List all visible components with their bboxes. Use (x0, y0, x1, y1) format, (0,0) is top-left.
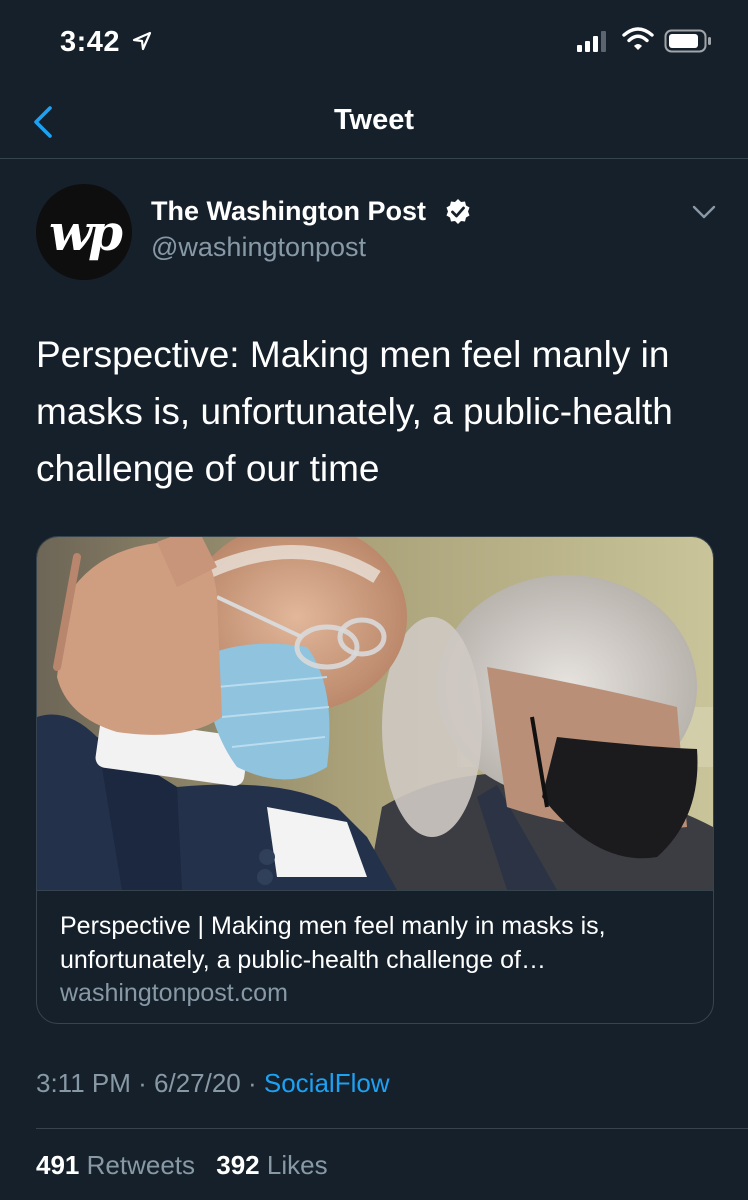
retweets-stat[interactable]: 491 Retweets (36, 1150, 195, 1180)
tweet-meta: 3:11 PM · 6/27/20 · SocialFlow (36, 1068, 390, 1099)
page-title: Tweet (333, 104, 415, 136)
tweet-text: Perspective: Making men feel manly in ma… (36, 334, 673, 489)
retweets-label: Retweets (86, 1150, 196, 1180)
tweet-source-link[interactable]: SocialFlow (264, 1068, 390, 1098)
likes-stat[interactable]: 392 Likes (216, 1150, 327, 1180)
retweets-count: 491 (36, 1150, 80, 1180)
meta-separator: · (240, 1068, 264, 1098)
tweet-time: 3:11 PM (36, 1068, 131, 1098)
divider (36, 1128, 748, 1129)
wifi-icon (622, 27, 654, 50)
card-title: Perspective | Making men feel manly in m… (60, 912, 606, 974)
card-body: Perspective | Making men feel manly in m… (37, 890, 713, 1023)
card-domain: washingtonpost.com (60, 979, 288, 1007)
tweet-date: 6/27/20 (154, 1068, 241, 1098)
cellular-signal-icon (577, 31, 606, 52)
chevron-down-icon[interactable] (690, 202, 718, 222)
status-time: 3:42 (60, 26, 121, 58)
location-arrow-icon (132, 31, 152, 51)
author-name[interactable]: The Washington Post (151, 196, 426, 227)
likes-count: 392 (216, 1150, 260, 1180)
tweet-stats: 491 Retweets 392 Likes (36, 1150, 342, 1181)
link-preview-card[interactable]: Perspective | Making men feel manly in m… (36, 536, 714, 1024)
washington-post-logo: wp (48, 202, 123, 262)
status-bar: 3:42 (0, 0, 748, 88)
meta-separator: · (130, 1068, 155, 1098)
likes-label: Likes (266, 1150, 328, 1180)
author-handle[interactable]: @washingtonpost (151, 232, 366, 263)
card-image (37, 537, 713, 890)
avatar[interactable]: wp (36, 184, 132, 280)
nav-bar: Tweet (0, 88, 748, 159)
battery-icon (664, 29, 711, 53)
verified-badge-icon (446, 199, 470, 224)
